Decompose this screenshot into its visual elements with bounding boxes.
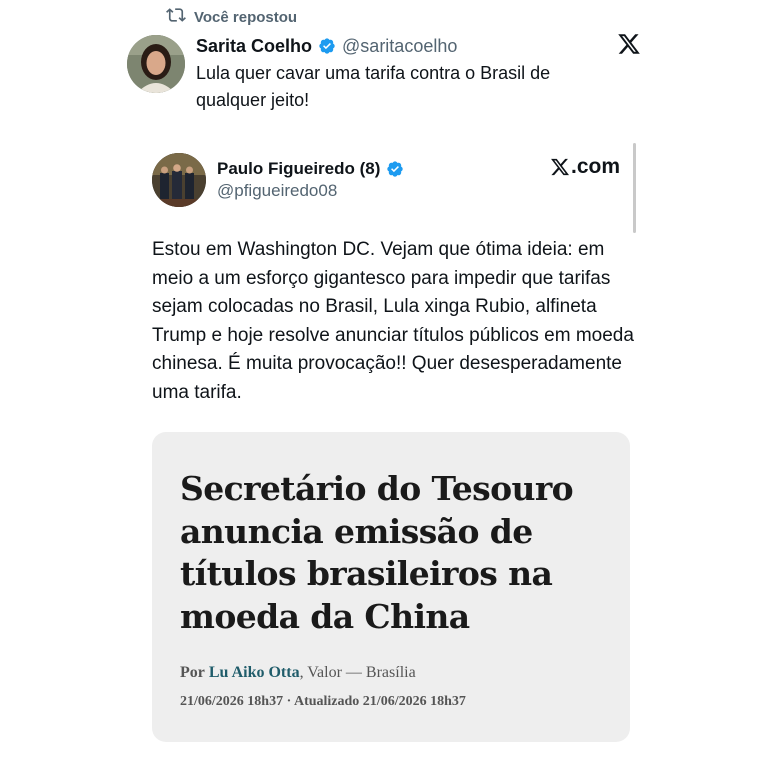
author-handle[interactable]: @saritacoelho [342,36,457,57]
byline-outlet: , Valor — Brasília [299,664,416,681]
source-link[interactable]: .com [550,155,620,179]
outer-author-row: Sarita Coelho @saritacoelho [196,33,457,59]
byline-prefix: Por [180,664,205,681]
embedded-author-name[interactable]: Paulo Figueiredo (8) [217,159,380,179]
post-text: Lula quer cavar uma tarifa contra o Bras… [196,63,551,110]
x-logo-icon [551,158,570,176]
news-dateline: 21/06/2026 18h37 · Atualizado 21/06/2026… [180,694,466,709]
embedded-author-row: Paulo Figueiredo (8) [217,157,404,181]
embedded-avatar[interactable] [152,153,206,207]
verified-badge-icon [318,37,336,55]
news-byline: Por Lu Aiko Otta, Valor — Brasília [180,664,416,682]
news-headline: Secretário do Tesouro anuncia emissão de… [180,469,574,636]
embedded-post-text: Estou em Washington DC. Vejam que ótima … [152,239,634,403]
author-name[interactable]: Sarita Coelho [196,36,312,57]
byline-author[interactable]: Lu Aiko Otta [209,664,300,681]
news-card[interactable]: Secretário do Tesouro anuncia emissão de… [152,432,630,742]
verified-badge-icon [386,160,404,178]
scrollbar[interactable] [633,143,636,233]
avatar[interactable] [127,35,185,93]
x-logo-icon[interactable] [617,32,641,56]
embedded-author-handle[interactable]: @pfigueiredo08 [217,181,337,201]
repost-icon [166,5,186,29]
source-label: .com [571,155,621,178]
repost-label: Você repostou [194,8,298,26]
repost-indicator: Você repostou [166,6,297,28]
